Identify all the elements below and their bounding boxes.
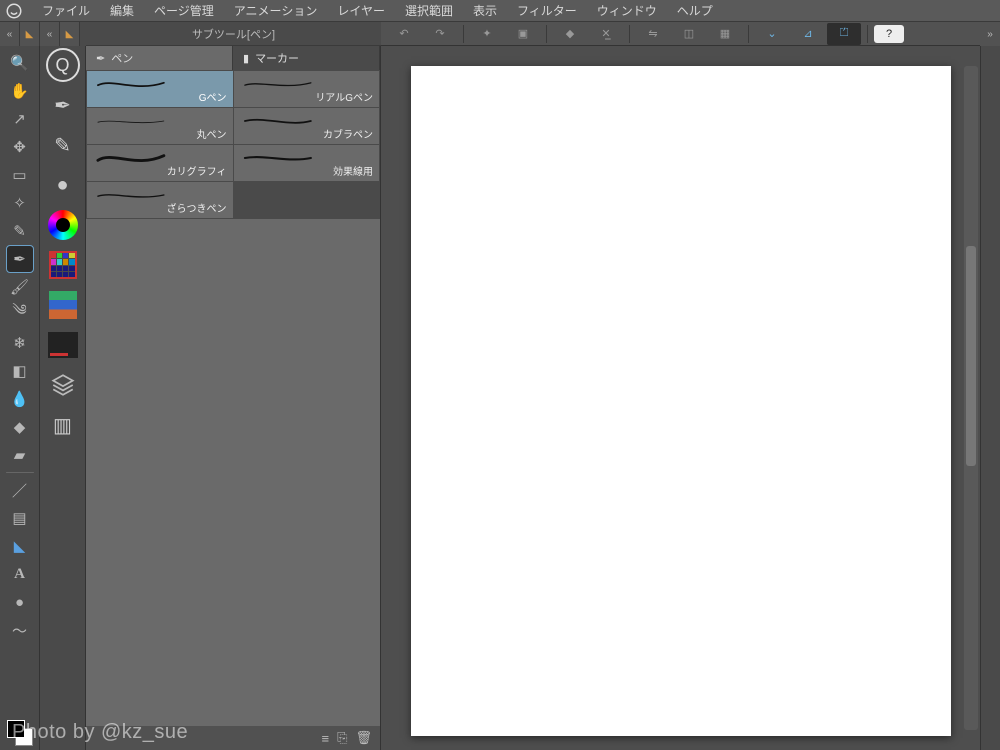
clear-icon[interactable]: ✦ xyxy=(470,23,504,45)
collapse-palette-pin-icon[interactable]: ◣ xyxy=(60,22,80,46)
operation-icon[interactable]: ↗ xyxy=(7,106,33,132)
flip-icon[interactable]: ⇋ xyxy=(636,23,670,45)
subtool-item-label: Gペン xyxy=(199,89,227,104)
menu-selection[interactable]: 選択範囲 xyxy=(395,2,463,19)
canvas-area[interactable] xyxy=(381,46,980,750)
subtool-item-1[interactable]: リアルGペン xyxy=(234,71,380,107)
subtool-tab-label: マーカー xyxy=(255,50,299,66)
color-wheel-icon[interactable] xyxy=(46,208,80,242)
auto-action-icon[interactable] xyxy=(46,328,80,362)
subtool-item-5[interactable]: 効果線用 xyxy=(234,145,380,181)
subtool-duplicate-icon[interactable]: ⎘ xyxy=(337,730,347,746)
subtool-item-3[interactable]: カブラペン xyxy=(234,108,380,144)
subtool-tab-0[interactable]: ✒ ペン xyxy=(86,46,233,70)
blend-icon[interactable]: 💧 xyxy=(7,386,33,412)
collapse-toolbox-icon[interactable]: « xyxy=(0,22,20,46)
subtool-pen-icon[interactable]: ✒ xyxy=(46,88,80,122)
crop-icon[interactable]: ▦ xyxy=(708,23,742,45)
transform-icon[interactable]: ✕̲ xyxy=(589,23,623,45)
subtool-detail-icon[interactable]: ✎ xyxy=(46,128,80,162)
subtool-item-label: ざらつきペン xyxy=(167,200,227,215)
subtool-item-2[interactable]: 丸ペン xyxy=(87,108,233,144)
color-set-icon[interactable] xyxy=(46,248,80,282)
menu-help[interactable]: ヘルプ xyxy=(667,2,723,19)
subtool-item-label: リアルGペン xyxy=(315,89,373,104)
wand-icon[interactable]: ✧ xyxy=(7,190,33,216)
menu-file[interactable]: ファイル xyxy=(32,2,100,19)
eraser-icon[interactable]: ◧ xyxy=(7,358,33,384)
subtool-item-label: 効果線用 xyxy=(333,163,373,178)
snap2-icon[interactable]: ⊿ xyxy=(791,23,825,45)
subtool-panel: ✒ ペン ▮ マーカー Gペン リアルGペン丸ペン カブラペンカリグラフィ 効果線用ざらつき… xyxy=(86,46,381,750)
figure-line-icon[interactable]: ／ xyxy=(7,477,33,503)
redo-icon[interactable]: ↷ xyxy=(423,23,457,45)
watermark-text: Photo by @kz_sue xyxy=(12,721,188,744)
subtool-tab-1[interactable]: ▮ マーカー xyxy=(233,46,380,70)
fit-icon[interactable]: ▣ xyxy=(506,23,540,45)
toolbox: 🔍✋↗✥▭✧✎✒🖌༄❄◧💧◆▰／▤◣A●〜 xyxy=(0,46,40,750)
help-icon[interactable]: ? xyxy=(874,25,904,43)
layer-property-icon[interactable]: ▥ xyxy=(46,408,80,442)
subtool-item-4[interactable]: カリグラフィ xyxy=(87,145,233,181)
snap3-icon[interactable]: ⏍ xyxy=(827,23,861,45)
balloon-icon[interactable]: ● xyxy=(7,589,33,615)
collapse-right-icon[interactable]: » xyxy=(980,22,1000,46)
fill-icon[interactable]: ◆ xyxy=(7,414,33,440)
pen-icon[interactable]: ✒ xyxy=(7,246,33,272)
vertical-scrollbar[interactable] xyxy=(964,66,978,730)
move-hand-icon[interactable]: ✋ xyxy=(7,78,33,104)
subtool-menu-icon[interactable]: ≡ xyxy=(321,731,329,746)
subtool-item-6[interactable]: ざらつきペン xyxy=(87,182,233,218)
menu-animation[interactable]: アニメーション xyxy=(224,2,328,19)
marquee-icon[interactable]: ▭ xyxy=(7,162,33,188)
brush-size-icon[interactable]: ● xyxy=(46,168,80,202)
collapse-palette-icon[interactable]: « xyxy=(40,22,60,46)
collapse-toolbox-pin-icon[interactable]: ◣ xyxy=(20,22,40,46)
magnify-icon[interactable]: 🔍 xyxy=(7,50,33,76)
palette-column: Q ✒ ✎ ● ▥ xyxy=(40,46,86,750)
subtool-trash-icon[interactable]: 🗑 xyxy=(355,730,372,746)
undo-icon[interactable]: ↶ xyxy=(387,23,421,45)
quick-access-icon[interactable]: Q xyxy=(46,48,80,82)
rotate-canvas-icon[interactable]: ◫ xyxy=(672,23,706,45)
timeline-icon[interactable] xyxy=(46,288,80,322)
command-toolbar: ↶↷ ✦▣ ◆✕̲ ⇋◫▦ ⌄⊿⏍? xyxy=(381,22,980,46)
menu-view[interactable]: 表示 xyxy=(463,2,507,19)
menu-window[interactable]: ウィンドウ xyxy=(587,2,667,19)
decoration-icon[interactable]: ❄ xyxy=(7,330,33,356)
move-layer-icon[interactable]: ✥ xyxy=(7,134,33,160)
pen-nib-icon: ✒ xyxy=(96,52,105,65)
gradient-icon[interactable]: ▰ xyxy=(7,442,33,468)
menu-edit[interactable]: 編集 xyxy=(100,2,144,19)
subtool-item-label: カリグラフィ xyxy=(167,163,227,178)
airbrush-icon[interactable]: ༄ xyxy=(7,302,33,328)
subtool-tab-label: ペン xyxy=(111,50,133,66)
menu-layer[interactable]: レイヤー xyxy=(327,2,395,19)
menu-page[interactable]: ページ管理 xyxy=(144,2,224,19)
lasso-fill-icon[interactable]: ◆ xyxy=(553,23,587,45)
subtool-item-label: カブラペン xyxy=(323,126,373,141)
menu-bar: ファイル 編集 ページ管理 アニメーション レイヤー 選択範囲 表示 フィルター… xyxy=(0,0,1000,22)
subtool-item-label: 丸ペン xyxy=(197,126,227,141)
canvas[interactable] xyxy=(411,66,951,736)
subtool-item-0[interactable]: Gペン xyxy=(87,71,233,107)
app-logo-icon xyxy=(4,1,24,21)
right-dock-strip[interactable] xyxy=(980,46,1000,750)
frame-icon[interactable]: ▤ xyxy=(7,505,33,531)
eyedropper-icon[interactable]: ✎ xyxy=(7,218,33,244)
menu-filter[interactable]: フィルター xyxy=(507,2,587,19)
ruler-triangle-icon[interactable]: ◣ xyxy=(7,533,33,559)
snap1-icon[interactable]: ⌄ xyxy=(755,23,789,45)
layers-icon[interactable] xyxy=(46,368,80,402)
correct-line-icon[interactable]: 〜 xyxy=(7,617,33,643)
text-a-icon[interactable]: A xyxy=(7,561,33,587)
subtool-panel-title: サブツール[ペン] xyxy=(86,22,381,46)
marker-icon: ▮ xyxy=(243,52,249,65)
